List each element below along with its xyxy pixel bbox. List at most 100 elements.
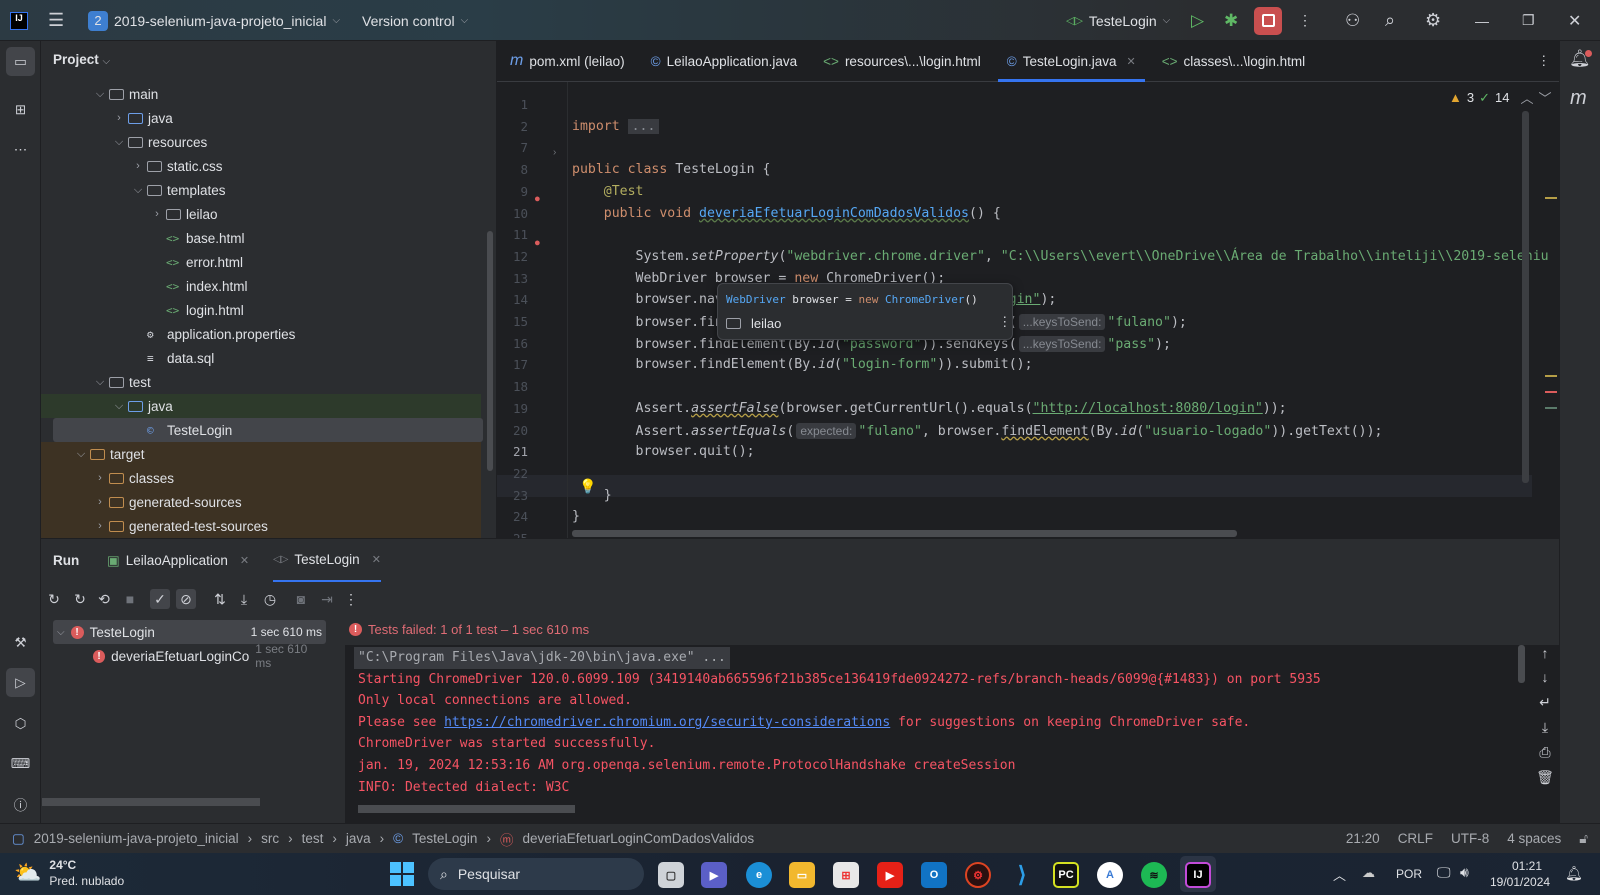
start-button[interactable] [390,862,414,886]
chevron-right-icon[interactable]: › [91,472,109,484]
search-icon[interactable]: ⌕ [1385,10,1395,31]
notification-center-icon[interactable]: 🔔︎ [1565,865,1583,882]
chevron-down-icon[interactable]: ⌵ [129,184,147,197]
tree-item[interactable]: › java [41,106,481,130]
editor-tab[interactable]: <> classes\...\login.html [1149,41,1318,82]
chevron-down-icon[interactable]: ⌵ [110,136,128,149]
run-tool-icon[interactable]: ▷ [6,668,35,697]
intellij-taskbar-icon[interactable]: IJ [1185,862,1211,888]
run-tab-leilaoapplication[interactable]: ▣ LeilaoApplication ✕ [107,539,249,582]
tree-item[interactable]: © TesteLogin [53,418,483,442]
popup-module[interactable]: leilao [726,316,781,331]
volume-icon[interactable]: 🔊︎ [1460,864,1469,881]
breadcrumb-item[interactable]: src [261,831,279,846]
stop-button[interactable] [1254,6,1282,35]
taskbar-search[interactable]: ⌕ Pesquisar [428,858,644,890]
tray-chevron-icon[interactable]: ︿ [1333,865,1346,884]
run-icon[interactable]: ▷ [1191,11,1204,31]
maven-tool-icon[interactable]: m [1570,87,1587,110]
editor-tab[interactable]: © LeilaoApplication.java [638,41,811,82]
scroll-up-icon[interactable]: ↑ [1535,643,1555,663]
sort-icon[interactable]: ⇅ [210,589,230,609]
horizontal-scrollbar[interactable] [572,530,1237,537]
more-icon[interactable]: ⋮ [1298,12,1312,29]
soft-wrap-icon[interactable]: ↵ [1535,692,1555,712]
tree-item[interactable]: <> index.html [41,274,481,298]
tree-item[interactable]: ≡ data.sql [41,346,481,370]
code-line[interactable]: browser.quit(); [572,441,755,463]
tree-item[interactable]: › classes [41,466,481,490]
app-icon[interactable]: A [1097,862,1123,888]
tree-item[interactable]: ⌵ test [41,370,481,394]
code-line[interactable]: public class TesteLogin { [572,159,771,181]
popup-more-icon[interactable]: ⋮ [998,314,1012,330]
minimize-icon[interactable]: — [1475,13,1489,29]
close-tab-icon[interactable]: ✕ [1127,55,1136,68]
pycharm-icon[interactable]: PC [1053,862,1079,888]
chevron-right-icon[interactable]: › [129,160,147,172]
screenshot-icon[interactable]: ◙ [291,589,311,609]
test-row-selected[interactable]: ⌵! TesteLogin 1 sec 610 ms [53,620,326,644]
vscode-icon[interactable]: ⟩ [1009,862,1035,888]
tree-item[interactable]: › generated-sources [41,490,481,514]
line-ending[interactable]: CRLF [1398,831,1433,846]
antivirus-icon[interactable]: ⚙ [965,862,991,888]
run-config-selector[interactable]: ◁▷ TesteLogin ⌵ [1066,0,1170,41]
prev-icon[interactable]: ︿ [1520,88,1533,107]
intention-bulb-icon[interactable]: 💡 [579,478,596,495]
scroll-down-icon[interactable]: ↓ [1535,667,1555,687]
tree-item[interactable]: › static.css [41,154,481,178]
tree-item[interactable]: ⌵ target [41,442,481,466]
code-line[interactable]: import ... [572,116,660,138]
tree-scrollbar[interactable] [487,231,493,471]
encoding[interactable]: UTF-8 [1451,831,1489,846]
tree-item[interactable]: <> error.html [41,250,481,274]
more-tools-icon[interactable]: ⋯ [6,135,35,164]
tabs-more-icon[interactable]: ⋮ [1537,53,1551,69]
edge-icon[interactable]: e [746,862,772,888]
problems-tool-icon[interactable]: ⓘ [6,789,35,818]
collapse-icon[interactable]: ⤓ [234,589,254,609]
project-selector[interactable]: 2 2019-selenium-java-projeto_inicial ⌵ [88,0,340,41]
version-control-menu[interactable]: Version control ⌵ [362,0,468,41]
code-line[interactable]: Assert.assertEquals(expected: "fulano", b… [572,420,1382,442]
breadcrumb-item[interactable]: 2019-selenium-java-projeto_inicial [34,831,239,846]
tree-item[interactable]: <> base.html [41,226,481,250]
structure-tool-icon[interactable]: ⊞ [6,95,35,124]
stop-run-icon[interactable]: ■ [120,589,140,609]
tree-hscrollbar[interactable] [42,798,260,806]
weather-widget[interactable]: ⛅ 24°C Pred. nublado [14,857,124,889]
caret-position[interactable]: 21:20 [1346,831,1380,846]
scroll-end-icon[interactable]: ⤓ [1535,717,1555,737]
breadcrumb-item[interactable]: test [302,831,324,846]
terminal-tool-icon[interactable]: ⌨ [6,749,35,778]
show-ignored-icon[interactable]: ⊘ [176,589,196,609]
vertical-scrollbar[interactable] [1522,111,1529,483]
inspection-widget[interactable]: ▲ 3 ✓ 14 ︿ ﹀ [1449,88,1552,107]
tree-item[interactable]: › generated-test-sources [41,514,481,538]
task-view-icon[interactable]: ▢ [658,862,684,888]
close-tab-icon[interactable]: ✕ [372,553,381,566]
restore-icon[interactable]: ❐ [1522,12,1535,29]
breadcrumb-item[interactable]: java [346,831,371,846]
store-icon[interactable]: ⊞ [833,862,859,888]
code-line[interactable]: @Test [572,181,644,203]
tree-item[interactable]: ⌵ resources [41,130,481,154]
chevron-right-icon[interactable]: › [110,112,128,124]
services-tool-icon[interactable]: ⬡ [6,709,35,738]
tree-item[interactable]: ⚙ application.properties [41,322,481,346]
clock[interactable]: 01:21 19/01/2024 [1490,858,1550,890]
code-line[interactable]: System.setProperty("webdriver.chrome.dri… [572,246,1549,268]
debug-icon[interactable]: ✱ [1224,11,1238,31]
clear-icon[interactable]: 🗑︎ [1535,767,1555,787]
breadcrumb-item[interactable]: TesteLogin [412,831,477,846]
file-explorer-icon[interactable]: ▭ [789,862,815,888]
console-vscrollbar[interactable] [1518,645,1525,683]
teams-icon[interactable]: ▶ [701,862,727,888]
fold-chevron-icon[interactable]: › [553,147,556,158]
youtube-icon[interactable]: ▶ [877,862,903,888]
spotify-icon[interactable]: ≋ [1141,862,1167,888]
toggle-autotest-icon[interactable]: ⟲ [94,589,114,609]
run-tab-testelogin[interactable]: ◁▷ TesteLogin ✕ [273,539,381,582]
build-tool-icon[interactable]: ⚒ [6,628,35,657]
